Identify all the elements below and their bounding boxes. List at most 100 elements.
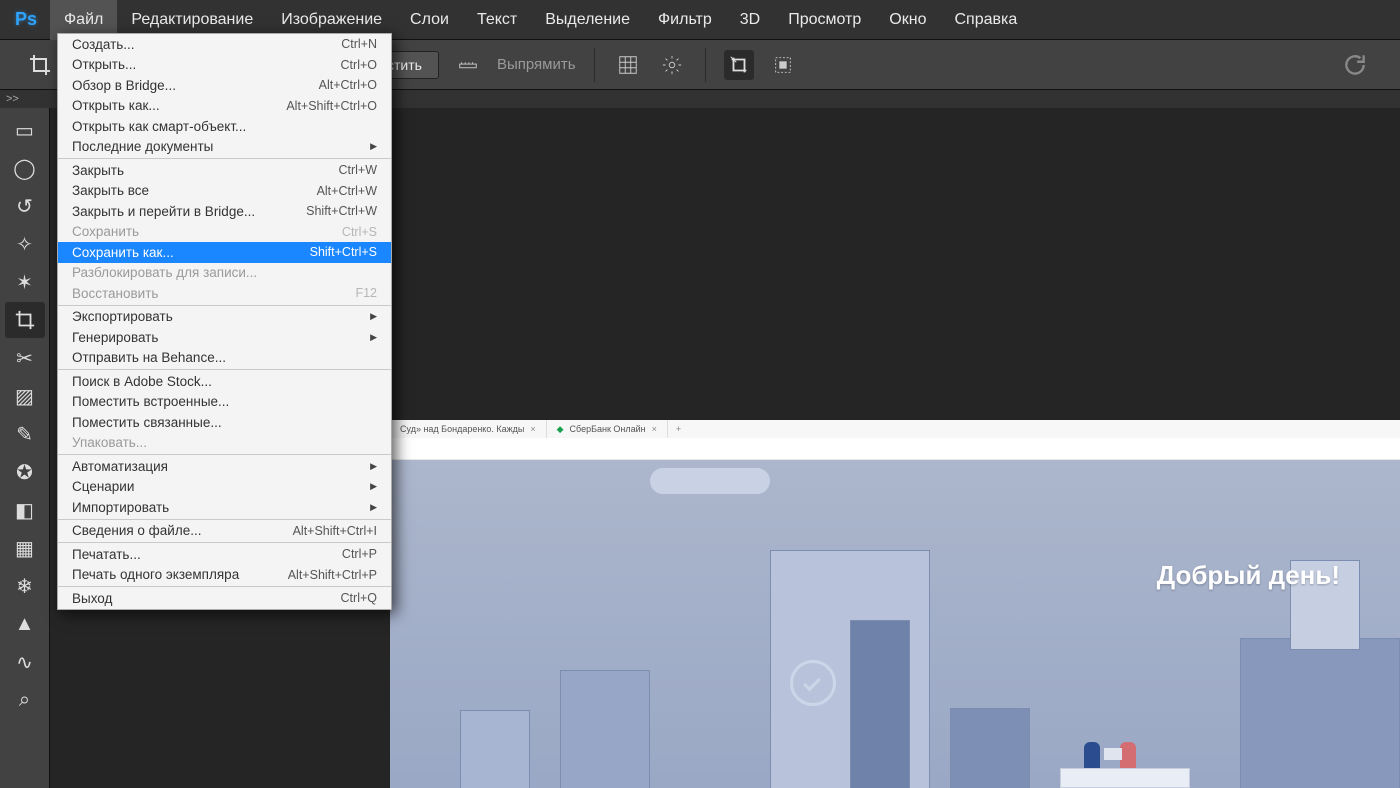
settings-gear-icon[interactable] [657, 50, 687, 80]
menu-item-shortcut: Ctrl+S [342, 225, 377, 239]
menu-item[interactable]: Закрыть и перейти в Bridge...Shift+Ctrl+… [58, 201, 391, 222]
menu-item-shortcut: Alt+Shift+Ctrl+P [288, 568, 377, 582]
menu-выделение[interactable]: Выделение [531, 0, 644, 40]
quick-select-tool[interactable]: ✶ [5, 264, 45, 300]
menu-фильтр[interactable]: Фильтр [644, 0, 726, 40]
menu-item[interactable]: Создать...Ctrl+N [58, 34, 391, 55]
submenu-arrow-icon: ▶ [370, 481, 377, 492]
menu-item[interactable]: Сохранить как...Shift+Ctrl+S [58, 242, 391, 263]
reset-icon[interactable] [1340, 50, 1370, 80]
menu-слои[interactable]: Слои [396, 0, 463, 40]
menu-item[interactable]: Импортировать▶ [58, 497, 391, 518]
frame-tool[interactable]: ▨ [5, 378, 45, 414]
menu-item[interactable]: Открыть как...Alt+Shift+Ctrl+O [58, 96, 391, 117]
path-tool[interactable]: ∿ [5, 644, 45, 680]
menu-item-label: Закрыть и перейти в Bridge... [72, 204, 306, 219]
menu-item-label: Печатать... [72, 547, 342, 562]
gradient-tool[interactable]: ▦ [5, 530, 45, 566]
menu-3d[interactable]: 3D [726, 0, 774, 40]
brush-tool[interactable]: ✎ [5, 416, 45, 452]
menu-item-label: Открыть как смарт-объект... [72, 119, 377, 134]
separator [594, 48, 595, 82]
lasso-tool[interactable]: ↺ [5, 188, 45, 224]
browser-tab[interactable]: ◆СберБанк Онлайн× [547, 420, 668, 438]
menu-item-label: Обзор в Bridge... [72, 78, 319, 93]
stamp-tool[interactable]: ✪ [5, 454, 45, 490]
menu-item[interactable]: Экспортировать▶ [58, 307, 391, 328]
menu-separator [58, 586, 391, 587]
menu-текст[interactable]: Текст [463, 0, 531, 40]
menu-item-shortcut: Alt+Ctrl+O [319, 78, 377, 92]
menu-separator [58, 454, 391, 455]
content-aware-icon[interactable] [768, 50, 798, 80]
submenu-arrow-icon: ▶ [370, 332, 377, 343]
browser-urlbar[interactable] [390, 438, 1400, 460]
menu-item-label: Разблокировать для записи... [72, 265, 377, 280]
menu-окно[interactable]: Окно [875, 0, 940, 40]
new-tab-button[interactable]: + [668, 424, 689, 434]
app-logo: Ps [8, 6, 44, 34]
eraser-tool[interactable]: ◧ [5, 492, 45, 528]
menu-item[interactable]: Поместить встроенные... [58, 392, 391, 413]
menu-item-label: Упаковать... [72, 435, 377, 450]
tab-title: Суд» над Бондаренко. Кажды [400, 424, 524, 434]
menu-item[interactable]: Поместить связанные... [58, 412, 391, 433]
menu-item-label: Печать одного экземпляра [72, 567, 288, 582]
menu-item[interactable]: Сведения о файле...Alt+Shift+Ctrl+I [58, 521, 391, 542]
menu-item: ВосстановитьF12 [58, 283, 391, 304]
menu-item[interactable]: Автоматизация▶ [58, 456, 391, 477]
menu-item-label: Поместить связанные... [72, 415, 377, 430]
menu-item[interactable]: ЗакрытьCtrl+W [58, 160, 391, 181]
menu-item[interactable]: ВыходCtrl+Q [58, 588, 391, 609]
menu-item[interactable]: Отправить на Behance... [58, 348, 391, 369]
menu-item-shortcut: Ctrl+N [341, 37, 377, 51]
straighten-icon[interactable] [453, 50, 483, 80]
menu-item-shortcut: Shift+Ctrl+W [306, 204, 377, 218]
straighten-label: Выпрямить [497, 56, 576, 73]
menu-item[interactable]: Поиск в Adobe Stock... [58, 371, 391, 392]
blur-tool[interactable]: ❄ [5, 568, 45, 604]
menu-item-label: Сценарии [72, 479, 370, 494]
menu-item[interactable]: Открыть...Ctrl+O [58, 55, 391, 76]
menu-item[interactable]: Сценарии▶ [58, 477, 391, 498]
submenu-arrow-icon: ▶ [370, 461, 377, 472]
menu-item[interactable]: Печать одного экземпляраAlt+Shift+Ctrl+P [58, 565, 391, 586]
menu-item-label: Сохранить [72, 224, 342, 239]
menu-item-shortcut: Ctrl+O [341, 58, 377, 72]
zoom-tool[interactable]: ⌕ [5, 682, 45, 718]
browser-tabstrip: Суд» над Бондаренко. Кажды × ◆СберБанк Он… [390, 420, 1400, 438]
tool-strip: ▭◯↺✧✶ ✂▨✎✪◧▦❄▲∿⌕ [0, 108, 50, 788]
slice-tool[interactable]: ✂ [5, 340, 45, 376]
delete-cropped-icon[interactable] [724, 50, 754, 80]
crop-tool[interactable] [5, 302, 45, 338]
browser-tab[interactable]: Суд» над Бондаренко. Кажды × [390, 420, 547, 438]
menu-item-label: Импортировать [72, 500, 370, 515]
lasso-ellipse-tool[interactable]: ◯ [5, 150, 45, 186]
close-icon[interactable]: × [530, 424, 535, 434]
menu-item: Упаковать... [58, 433, 391, 454]
menu-item[interactable]: Открыть как смарт-объект... [58, 116, 391, 137]
menu-item[interactable]: Закрыть всеAlt+Ctrl+W [58, 181, 391, 202]
menu-справка[interactable]: Справка [940, 0, 1031, 40]
menu-item[interactable]: Печатать...Ctrl+P [58, 544, 391, 565]
menu-item-label: Создать... [72, 37, 341, 52]
file-menu-dropdown: Создать...Ctrl+NОткрыть...Ctrl+OОбзор в … [57, 33, 392, 610]
menu-просмотр[interactable]: Просмотр [774, 0, 875, 40]
menu-item-label: Закрыть все [72, 183, 317, 198]
crop-tool-icon [26, 51, 54, 79]
menu-item-label: Закрыть [72, 163, 338, 178]
close-icon[interactable]: × [652, 424, 657, 434]
marquee-tool[interactable]: ▭ [5, 112, 45, 148]
menu-item[interactable]: Последние документы▶ [58, 137, 391, 158]
grid-overlay-icon[interactable] [613, 50, 643, 80]
menu-item[interactable]: Обзор в Bridge...Alt+Ctrl+O [58, 75, 391, 96]
pen-tool[interactable]: ▲ [5, 606, 45, 642]
submenu-arrow-icon: ▶ [370, 311, 377, 322]
menu-separator [58, 305, 391, 306]
app-logo-text: Ps [15, 9, 37, 30]
menu-item[interactable]: Генерировать▶ [58, 327, 391, 348]
menu-item-label: Последние документы [72, 139, 370, 154]
menu-item-label: Сведения о файле... [72, 523, 293, 538]
magic-wand-tool[interactable]: ✧ [5, 226, 45, 262]
menu-item-shortcut: Ctrl+P [342, 547, 377, 561]
